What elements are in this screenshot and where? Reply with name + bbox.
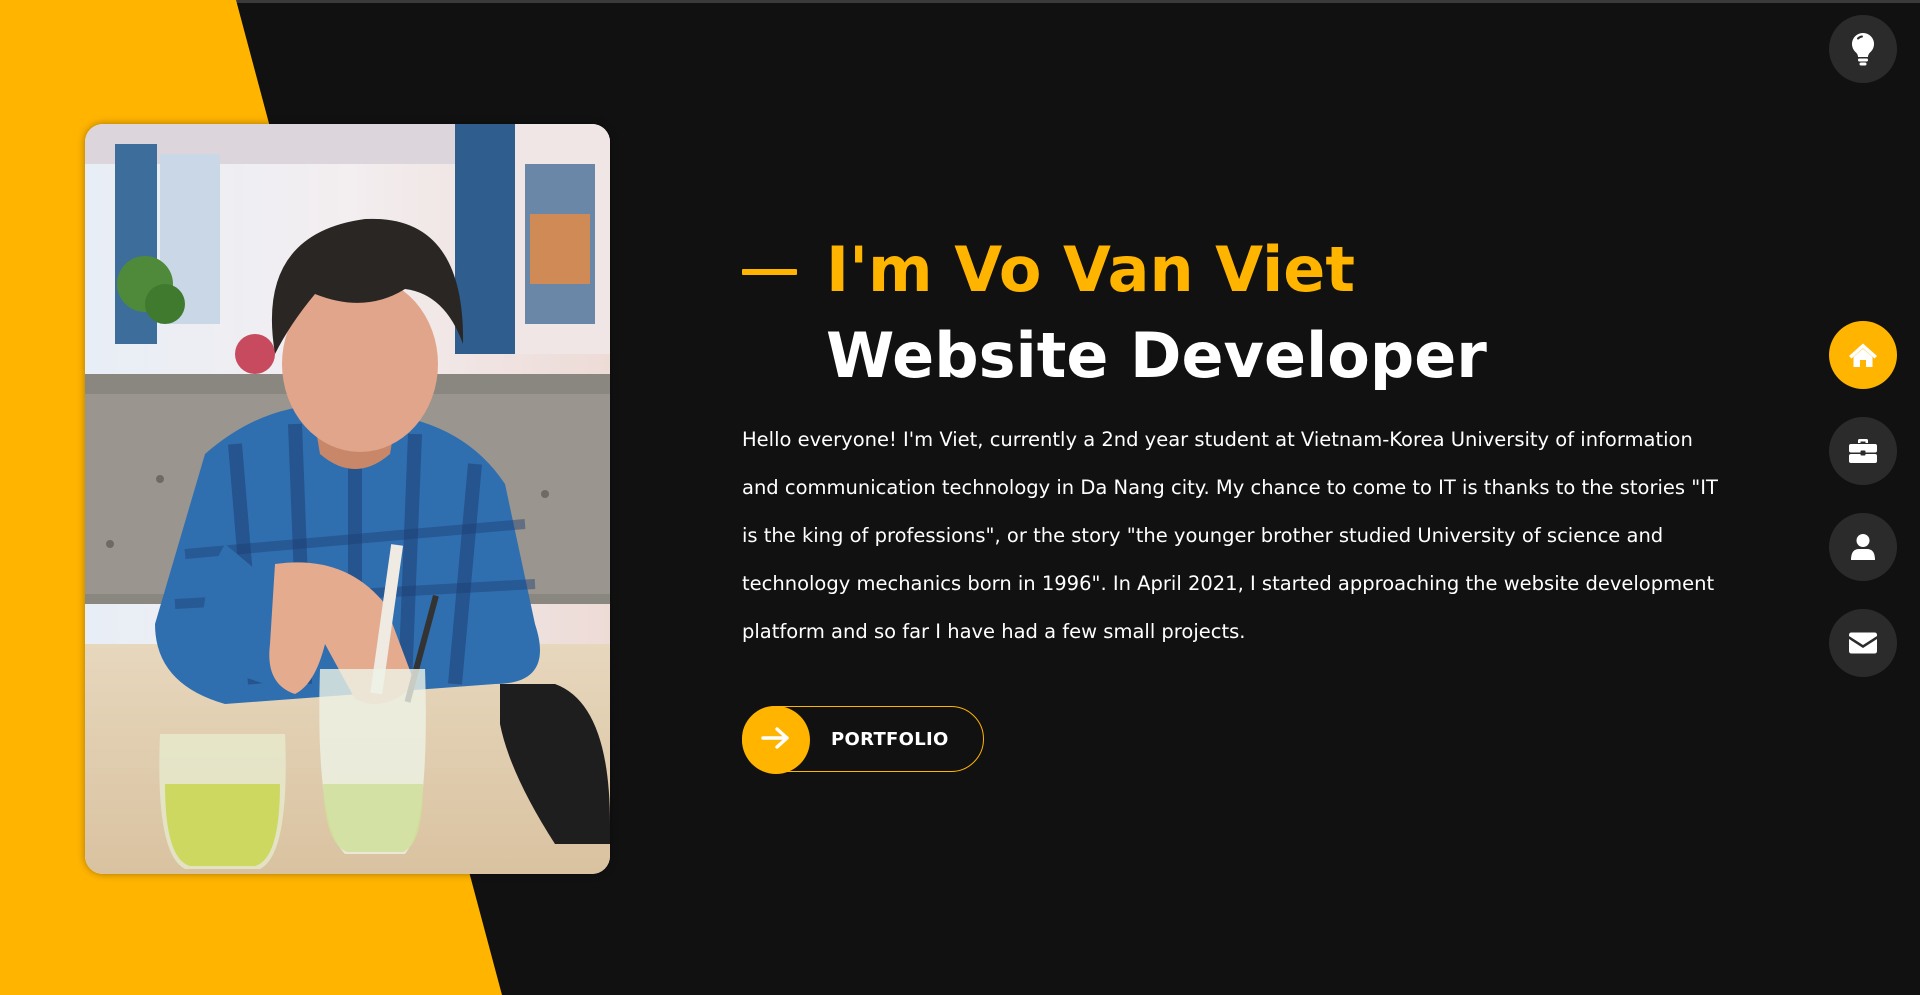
nav-contact-button[interactable] [1829, 609, 1897, 677]
theme-toggle-button[interactable] [1829, 15, 1897, 83]
hero-role: Website Developer [826, 319, 1487, 392]
home-page: I'm Vo Van Viet Website Developer Hello … [0, 0, 1920, 995]
home-icon [1848, 342, 1878, 368]
top-border [0, 0, 1920, 3]
portfolio-button[interactable]: PORTFOLIO [742, 706, 984, 774]
arrow-right-icon [761, 726, 791, 754]
nav-about-button[interactable] [1829, 513, 1897, 581]
hero-name: I'm Vo Van Viet [826, 233, 1355, 306]
profile-photo [85, 124, 610, 874]
portfolio-button-icon-circle [742, 706, 810, 774]
user-icon [1850, 533, 1876, 561]
nav-portfolio-button[interactable] [1829, 417, 1897, 485]
lightbulb-icon [1850, 32, 1876, 66]
title-dash [742, 269, 797, 275]
about-text: Hello everyone! I'm Viet, currently a 2n… [742, 428, 1718, 643]
nav-home-button[interactable] [1829, 321, 1897, 389]
hero-content: I'm Vo Van Viet Website Developer Hello … [742, 230, 1722, 774]
envelope-icon [1848, 631, 1878, 655]
title-row: I'm Vo Van Viet [742, 230, 1722, 310]
portfolio-button-label: PORTFOLIO [831, 729, 949, 750]
briefcase-icon [1848, 438, 1878, 464]
